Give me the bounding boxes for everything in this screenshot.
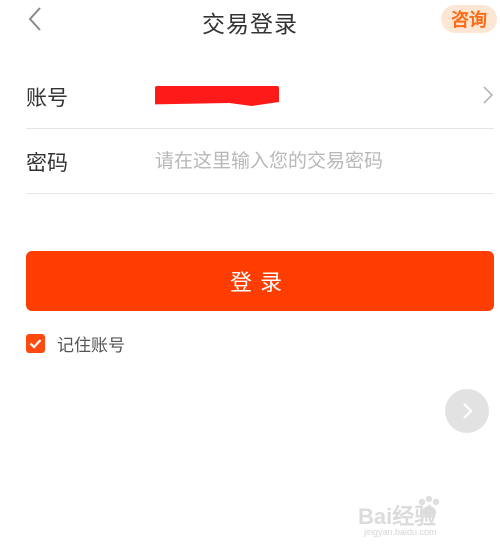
password-input[interactable] xyxy=(155,143,475,179)
account-row[interactable]: 账号 xyxy=(26,64,494,128)
header-bar: 交易登录 咨询 xyxy=(0,0,500,44)
remember-checkbox[interactable] xyxy=(26,333,45,353)
account-label: 账号 xyxy=(26,86,68,110)
next-button[interactable] xyxy=(445,389,489,433)
checkmark-icon xyxy=(29,338,42,349)
watermark-sub: jingyan.baidu.com xyxy=(364,527,437,537)
consult-button[interactable]: 咨询 xyxy=(441,5,497,33)
account-value-redacted xyxy=(155,86,279,106)
account-select-button[interactable] xyxy=(480,84,496,106)
password-label: 密码 xyxy=(26,151,68,175)
divider xyxy=(26,193,494,194)
chevron-right-icon xyxy=(463,403,473,419)
page-title: 交易登录 xyxy=(202,12,298,38)
login-page: 交易登录 咨询 账号 密码 登录 记住账号 Bai经验 jingyan.baid… xyxy=(0,0,500,547)
remember-label: 记住账号 xyxy=(57,335,125,356)
watermark: Bai经验 jingyan.baidu.com xyxy=(354,493,494,543)
remember-account: 记住账号 xyxy=(26,332,125,356)
chevron-right-icon xyxy=(483,86,494,104)
password-row: 密码 xyxy=(26,129,494,193)
login-button[interactable]: 登录 xyxy=(26,251,494,311)
